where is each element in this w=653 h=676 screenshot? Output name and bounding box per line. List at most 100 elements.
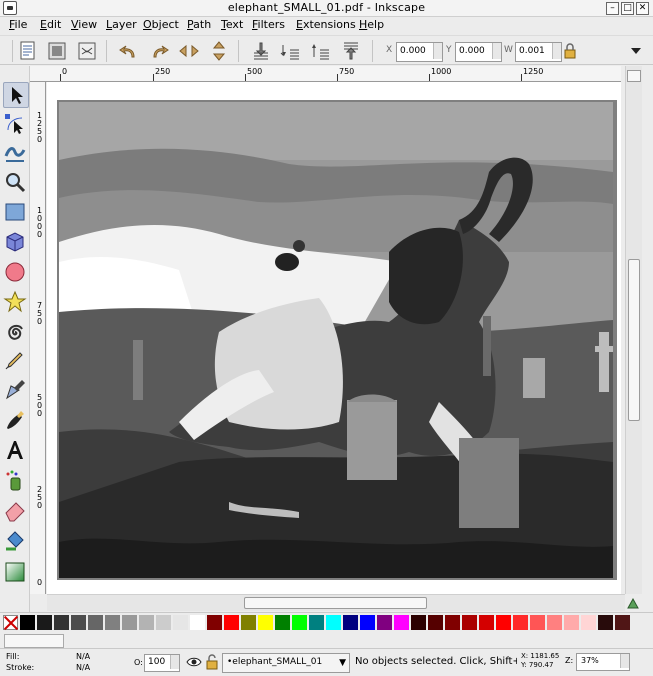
ellipse-tool-icon[interactable]	[3, 260, 27, 284]
menu-text[interactable]: Text	[221, 18, 243, 31]
menu-path[interactable]: Path	[187, 18, 211, 31]
horizontal-scroll-thumb[interactable]	[244, 597, 427, 609]
cms-adjust-icon[interactable]	[627, 598, 639, 609]
palette-scroll-field[interactable]	[4, 634, 64, 648]
raise-to-top-icon[interactable]	[340, 40, 362, 62]
color-swatch[interactable]	[190, 615, 205, 630]
color-swatch[interactable]	[360, 615, 375, 630]
menu-file[interactable]: File	[9, 18, 27, 31]
document-properties-icon[interactable]	[17, 40, 39, 62]
vertical-scroll-thumb[interactable]	[628, 259, 640, 421]
color-swatch[interactable]	[122, 615, 137, 630]
color-swatch[interactable]	[445, 615, 460, 630]
lock-icon[interactable]	[563, 43, 577, 59]
star-tool-icon[interactable]	[3, 290, 27, 314]
calligraphy-tool-icon[interactable]	[3, 408, 27, 432]
menu-help[interactable]: Help	[359, 18, 384, 31]
zoom-corner-icon[interactable]	[627, 70, 641, 82]
color-swatch[interactable]	[428, 615, 443, 630]
color-swatch[interactable]	[156, 615, 171, 630]
color-swatch[interactable]	[326, 615, 341, 630]
no-paint-swatch[interactable]	[3, 615, 18, 630]
text-tool-icon[interactable]	[3, 438, 27, 462]
redo-icon[interactable]	[148, 40, 170, 62]
color-swatch[interactable]	[275, 615, 290, 630]
color-swatch[interactable]	[105, 615, 120, 630]
selector-tool-icon[interactable]	[3, 82, 29, 108]
menu-view[interactable]: View	[71, 18, 97, 31]
color-swatch[interactable]	[292, 615, 307, 630]
color-swatch[interactable]	[207, 615, 222, 630]
x-input[interactable]: 0.000	[396, 42, 443, 62]
xml-editor-icon[interactable]	[76, 40, 98, 62]
color-swatch[interactable]	[530, 615, 545, 630]
flip-horizontal-icon[interactable]	[178, 40, 200, 62]
color-swatch[interactable]	[598, 615, 613, 630]
color-swatch[interactable]	[411, 615, 426, 630]
pen-tool-icon[interactable]	[3, 378, 27, 402]
rectangle-tool-icon[interactable]	[3, 200, 27, 224]
fill-value[interactable]: N/A	[76, 652, 90, 661]
menu-extensions[interactable]: Extensions	[296, 18, 356, 31]
color-swatch[interactable]	[513, 615, 528, 630]
zoom-label: Z:	[565, 656, 574, 665]
color-swatch[interactable]	[547, 615, 562, 630]
elephant-image[interactable]	[59, 102, 613, 578]
color-swatch[interactable]	[377, 615, 392, 630]
tweak-tool-icon[interactable]	[3, 140, 27, 164]
menu-object[interactable]: Object	[143, 18, 179, 31]
horizontal-scrollbar[interactable]	[47, 594, 639, 611]
zoom-tool-icon[interactable]	[3, 170, 27, 194]
paint-bucket-tool-icon[interactable]	[3, 528, 27, 552]
menu-layer[interactable]: Layer	[106, 18, 137, 31]
minimize-icon[interactable]: –	[606, 2, 619, 15]
color-swatch[interactable]	[20, 615, 35, 630]
color-swatch[interactable]	[258, 615, 273, 630]
raise-icon[interactable]	[310, 40, 332, 62]
current-layer-select[interactable]: •elephant_SMALL_01 ▼	[222, 653, 350, 673]
lower-to-bottom-icon[interactable]	[250, 40, 272, 62]
eye-icon[interactable]	[186, 656, 202, 668]
color-swatch[interactable]	[479, 615, 494, 630]
3d-box-tool-icon[interactable]	[3, 230, 27, 254]
maximize-icon[interactable]: □	[621, 2, 634, 15]
menu-edit[interactable]: Edit	[40, 18, 61, 31]
color-swatch[interactable]	[54, 615, 69, 630]
color-swatch[interactable]	[496, 615, 511, 630]
flip-vertical-icon[interactable]	[208, 40, 230, 62]
menu-filters[interactable]: Filters	[252, 18, 285, 31]
pencil-tool-icon[interactable]	[3, 348, 27, 372]
color-swatch[interactable]	[88, 615, 103, 630]
w-input[interactable]: 0.001	[515, 42, 562, 62]
color-swatch[interactable]	[615, 615, 630, 630]
undo-icon[interactable]	[118, 40, 140, 62]
gradient-tool-icon[interactable]	[3, 560, 27, 584]
color-swatch[interactable]	[241, 615, 256, 630]
opacity-input[interactable]: 100	[144, 654, 180, 672]
color-swatch[interactable]	[343, 615, 358, 630]
layer-lock-icon[interactable]	[206, 654, 218, 670]
drawing-canvas[interactable]	[47, 82, 621, 594]
align-icon[interactable]	[46, 40, 68, 62]
color-swatch[interactable]	[173, 615, 188, 630]
color-swatch[interactable]	[564, 615, 579, 630]
color-swatch[interactable]	[462, 615, 477, 630]
spiral-tool-icon[interactable]	[3, 320, 27, 344]
color-swatch[interactable]	[309, 615, 324, 630]
close-icon[interactable]: ✕	[636, 2, 649, 15]
color-swatch[interactable]	[71, 615, 86, 630]
eraser-tool-icon[interactable]	[3, 498, 27, 522]
menu-overflow-icon[interactable]	[630, 46, 642, 56]
spray-tool-icon[interactable]	[3, 468, 27, 492]
color-swatch[interactable]	[224, 615, 239, 630]
stroke-value[interactable]: N/A	[76, 663, 90, 672]
zoom-input[interactable]: 37%	[576, 653, 630, 671]
lower-icon[interactable]	[280, 40, 302, 62]
y-input[interactable]: 0.000	[455, 42, 502, 62]
color-swatch[interactable]	[37, 615, 52, 630]
color-swatch[interactable]	[139, 615, 154, 630]
vertical-scrollbar[interactable]	[625, 66, 642, 594]
color-swatch[interactable]	[394, 615, 409, 630]
node-tool-icon[interactable]	[3, 112, 27, 136]
color-swatch[interactable]	[581, 615, 596, 630]
